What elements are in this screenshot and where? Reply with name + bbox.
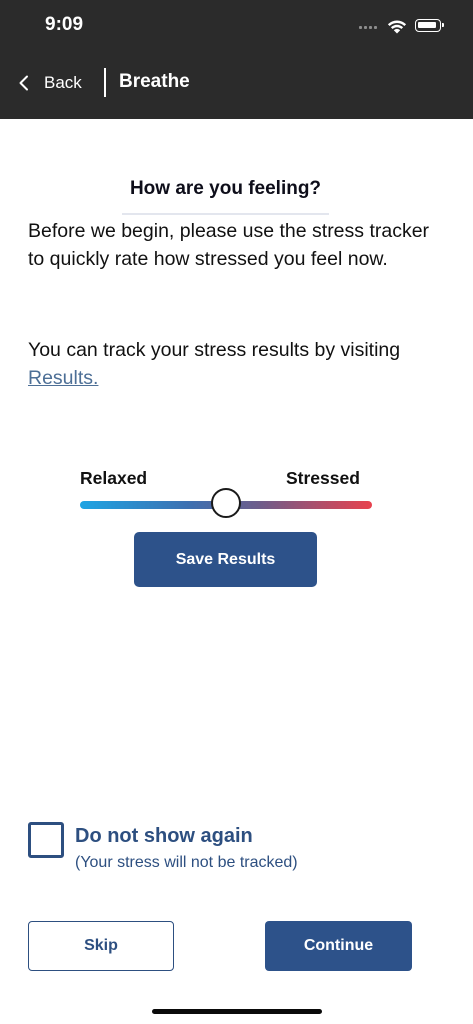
track-results-text: You can track your stress results by vis…: [28, 337, 448, 392]
intro-text: Before we begin, please use the stress t…: [28, 220, 430, 270]
breathe-screen: 9:09 Back Breathe How are you feeling? B…: [0, 0, 473, 1024]
heading-divider: [122, 213, 329, 215]
slider-max-label: Stressed: [286, 468, 360, 488]
skip-button[interactable]: Skip: [28, 921, 174, 971]
page-heading: How are you feeling?: [129, 178, 322, 199]
back-label: Back: [44, 73, 82, 92]
home-indicator: [152, 1009, 322, 1014]
chevron-left-icon: [19, 75, 28, 91]
slider-min-label: Relaxed: [80, 468, 148, 488]
top-bar: 9:09 Back Breathe: [0, 0, 473, 119]
nav-divider: [104, 68, 106, 97]
signal-icon: [359, 26, 379, 32]
stress-slider[interactable]: [80, 488, 372, 522]
status-icons: [359, 16, 449, 36]
continue-button[interactable]: Continue: [265, 921, 412, 971]
do-not-show-sublabel: (Your stress will not be tracked): [75, 854, 298, 871]
track-results-prefix: You can track your stress results by vis…: [28, 339, 401, 361]
back-button[interactable]: Back: [18, 70, 82, 96]
results-link[interactable]: Results.: [28, 367, 98, 389]
slider-thumb[interactable]: [211, 488, 241, 518]
battery-icon: [415, 19, 444, 32]
save-results-button[interactable]: Save Results: [134, 532, 317, 587]
wifi-icon: [387, 20, 407, 34]
nav-title: Breathe: [119, 71, 190, 92]
status-time: 9:09: [45, 14, 84, 35]
do-not-show-label[interactable]: Do not show again: [75, 825, 253, 848]
do-not-show-checkbox[interactable]: [28, 822, 64, 858]
